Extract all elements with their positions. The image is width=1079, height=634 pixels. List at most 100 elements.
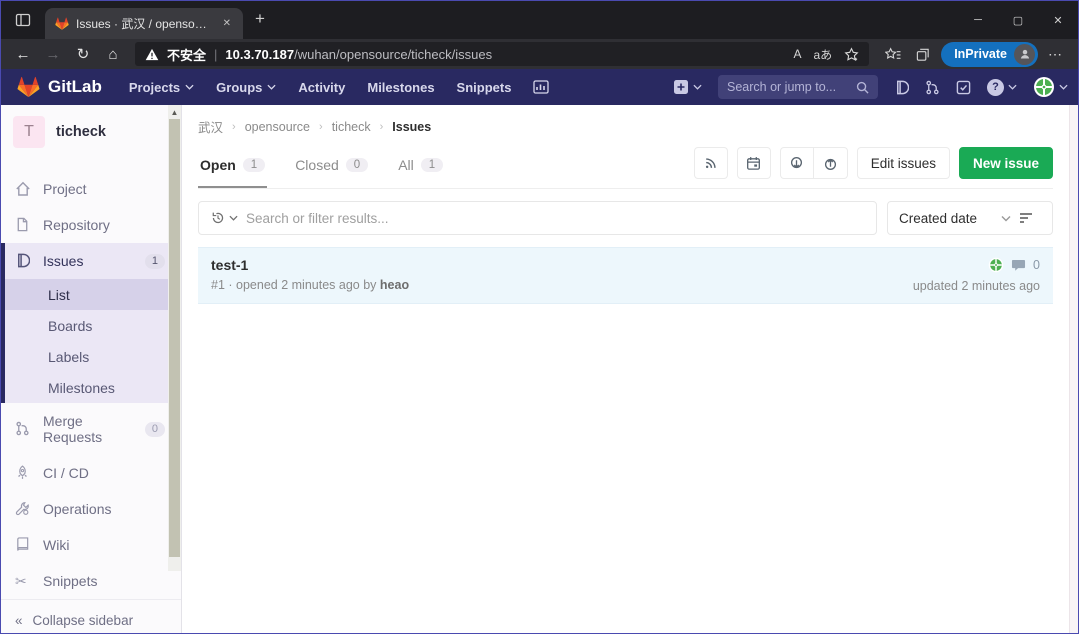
breadcrumb-project[interactable]: ticheck <box>332 120 371 134</box>
gitlab-logo-icon <box>17 76 40 99</box>
gitlab-nav-right: Search or jump to... ? <box>673 75 1068 99</box>
comment-count: 0 <box>1033 258 1040 272</box>
sidebar-scrollbar[interactable]: ▲ <box>168 105 181 571</box>
home-button[interactable]: ⌂ <box>99 46 127 63</box>
user-menu-button[interactable] <box>1033 76 1068 98</box>
filter-search-input[interactable]: Search or filter results... <box>198 201 877 235</box>
sidebar-scrollbar-thumb[interactable] <box>169 119 180 557</box>
scroll-up-icon[interactable]: ▲ <box>168 105 181 119</box>
breadcrumb-group[interactable]: 武汉 <box>198 117 223 136</box>
issue-list-item[interactable]: test-1 #1 · opened 2 minutes ago by heao… <box>198 247 1053 304</box>
nav-groups[interactable]: Groups <box>205 69 287 105</box>
nav-projects[interactable]: Projects <box>118 69 205 105</box>
nav-charts-button[interactable] <box>522 69 560 105</box>
tab-close-icon[interactable]: ✕ <box>219 16 235 31</box>
rss-feed-button[interactable] <box>694 147 728 179</box>
maximize-button[interactable]: ▢ <box>998 1 1038 39</box>
tab-actions-icon <box>15 12 31 28</box>
close-button[interactable]: ✕ <box>1038 1 1078 39</box>
sidebar-item-repository[interactable]: Repository <box>1 207 181 243</box>
breadcrumb-subgroup[interactable]: opensource <box>245 120 310 134</box>
help-menu-button[interactable]: ? <box>987 79 1017 96</box>
browser-addressbar: ← → ↻ ⌂ 不安全 | 10.3.70.187/wuhan/opensour… <box>1 39 1078 69</box>
global-search-placeholder: Search or jump to... <box>727 80 856 94</box>
download-circle-icon <box>789 156 804 171</box>
sidebar-item-ci-cd[interactable]: CI / CD <box>1 455 181 491</box>
tab-open[interactable]: Open 1 <box>198 146 267 188</box>
browser-tab[interactable]: Issues · 武汉 / opensource / tich ✕ <box>45 8 243 39</box>
nav-snippets[interactable]: Snippets <box>446 69 523 105</box>
sidebar-item-snippets[interactable]: ✂ Snippets <box>1 563 181 599</box>
project-name: ticheck <box>56 124 106 140</box>
issues-count-badge: 1 <box>145 254 165 269</box>
edit-issues-button[interactable]: Edit issues <box>857 147 950 179</box>
calendar-button[interactable] <box>737 147 771 179</box>
issues-shortcut-button[interactable] <box>894 80 909 95</box>
sidebar-item-operations[interactable]: Operations <box>1 491 181 527</box>
project-sidebar: T ticheck Project Repository Issues 1 <box>1 105 182 633</box>
sidebar-item-issues[interactable]: Issues 1 <box>5 243 181 279</box>
read-aloud-icon[interactable]: A <box>793 47 801 61</box>
gitlab-brand[interactable]: GitLab <box>11 76 108 99</box>
sidebar-subitem-milestones[interactable]: Milestones <box>5 372 181 403</box>
breadcrumb-separator: › <box>232 121 236 133</box>
tab-actions-menu-button[interactable] <box>1 1 45 39</box>
export-csv-button[interactable] <box>780 147 814 179</box>
sidebar-subitem-boards[interactable]: Boards <box>5 310 181 341</box>
sidebar-item-merge-requests[interactable]: Merge Requests 0 <box>1 403 181 455</box>
sidebar-item-wiki[interactable]: Wiki <box>1 527 181 563</box>
project-context[interactable]: T ticheck <box>1 105 181 159</box>
sidebar-item-project[interactable]: Project <box>1 171 181 207</box>
merge-request-icon <box>15 421 31 437</box>
sort-direction-button[interactable] <box>1011 212 1041 224</box>
merge-requests-shortcut-button[interactable] <box>925 80 940 95</box>
global-search-input[interactable]: Search or jump to... <box>718 75 878 99</box>
new-menu-button[interactable] <box>673 79 702 95</box>
import-issues-button[interactable] <box>814 147 848 179</box>
url-field[interactable]: 不安全 | 10.3.70.187/wuhan/opensource/tiche… <box>135 42 869 66</box>
nav-activity[interactable]: Activity <box>287 69 356 105</box>
todos-shortcut-button[interactable] <box>956 80 971 95</box>
settings-more-icon[interactable]: ⋯ <box>1040 46 1070 63</box>
issues-toolbar: Edit issues New issue <box>694 147 1053 188</box>
comments-icon[interactable] <box>1011 258 1026 272</box>
page-scrollbar[interactable] <box>1069 105 1078 633</box>
sidebar-subitem-list[interactable]: List <box>5 279 181 310</box>
assignee-avatar[interactable] <box>988 257 1004 273</box>
rocket-icon <box>15 465 31 481</box>
sidebar-subitem-labels[interactable]: Labels <box>5 341 181 372</box>
minimize-button[interactable]: ─ <box>958 1 998 39</box>
todo-check-icon <box>956 80 971 95</box>
issue-meta: #1 · opened 2 minutes ago by heao <box>211 278 409 292</box>
issue-author-link[interactable]: heao <box>380 278 409 292</box>
chevron-down-icon <box>693 84 702 90</box>
add-favorite-star-icon[interactable] <box>844 47 859 62</box>
refresh-button[interactable]: ↻ <box>69 45 97 63</box>
tab-closed[interactable]: Closed 0 <box>293 146 370 188</box>
back-button[interactable]: ← <box>9 46 37 63</box>
tab-title: Issues · 武汉 / opensource / tich <box>76 15 212 32</box>
issue-title[interactable]: test-1 <box>211 257 409 273</box>
new-tab-button[interactable]: + <box>255 9 265 31</box>
sort-label: Created date <box>899 211 977 226</box>
browser-window: Issues · 武汉 / opensource / tich ✕ + ─ ▢ … <box>0 0 1079 634</box>
repository-icon <box>15 217 31 233</box>
issue-side-info: 0 updated 2 minutes ago <box>913 257 1040 293</box>
home-icon <box>15 181 31 197</box>
issue-state-tabs: Open 1 Closed 0 All 1 <box>198 146 1053 189</box>
collections-icon[interactable] <box>915 47 931 62</box>
nav-milestones[interactable]: Milestones <box>356 69 445 105</box>
favorites-icon[interactable] <box>885 47 901 62</box>
forward-button[interactable]: → <box>39 46 67 63</box>
history-icon <box>211 211 225 225</box>
chevron-down-icon <box>267 84 276 90</box>
new-issue-button[interactable]: New issue <box>959 147 1053 179</box>
sort-dropdown[interactable]: Created date <box>887 201 1053 235</box>
collapse-sidebar-button[interactable]: « Collapse sidebar <box>1 599 181 634</box>
inprivate-badge[interactable]: InPrivate <box>941 42 1038 67</box>
recent-searches-button[interactable] <box>211 211 238 225</box>
translate-icon[interactable]: aあ <box>814 46 833 63</box>
chevron-down-icon <box>229 215 238 221</box>
toolbar-icons <box>877 47 939 62</box>
tab-all[interactable]: All 1 <box>396 146 445 188</box>
